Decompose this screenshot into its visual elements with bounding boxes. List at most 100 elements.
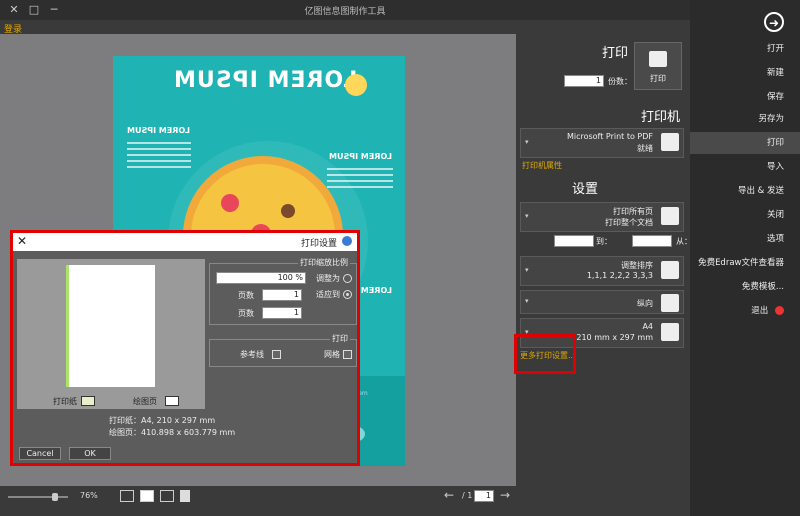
chevron-down-icon: ▾ xyxy=(525,266,529,274)
grid-label: 网格 xyxy=(324,350,340,359)
chevron-down-icon: ▾ xyxy=(525,297,529,305)
title-bar: ✕ □ ─ 亿图信息图制作工具 xyxy=(0,0,690,20)
close-icon[interactable]: ✕ xyxy=(17,234,27,248)
legend-swatch-page xyxy=(165,396,179,406)
print-section-title: 打印 xyxy=(601,46,628,61)
print-range-main: 打印所有页 xyxy=(613,207,653,216)
zoom-slider-handle[interactable] xyxy=(52,493,58,501)
orientation-select[interactable]: ▾ 纵向 xyxy=(520,290,684,314)
dialog-header: ✕ 打印设置 xyxy=(13,233,357,251)
highlight-box-more-settings xyxy=(514,334,576,374)
fit-width-icon[interactable] xyxy=(120,490,134,502)
page-total: / 1 xyxy=(462,491,473,500)
scale-group-label: 打印缩放比例 xyxy=(298,257,350,268)
page-preview: 绘图页 打印纸 xyxy=(17,259,205,409)
to-page-input[interactable] xyxy=(554,235,594,247)
grid-checkbox[interactable] xyxy=(343,350,352,359)
paper-size-main: A4 xyxy=(642,322,653,331)
print-settings-panel: 打印 打印 份数： 1 打印机 ▾ Microsoft Print to PDF… xyxy=(516,34,692,516)
drawing-info: 绘图页：410.898 x 603.779 mm xyxy=(109,428,236,437)
legend-paper-label: 打印纸 xyxy=(53,397,77,406)
legend-page-label: 绘图页 xyxy=(133,397,157,406)
copies-input[interactable]: 1 xyxy=(564,75,604,87)
adjust-percent-input[interactable]: 100 % xyxy=(216,272,306,284)
collate-select[interactable]: ▾ 调整排序 1,1,1 2,2,2 3,3,3 xyxy=(520,256,684,286)
printer-icon xyxy=(649,51,667,67)
printer-section-title: 打印机 xyxy=(640,110,680,125)
poster-title: LOREM IPSUM xyxy=(173,68,358,93)
printer-name: Microsoft Print to PDF xyxy=(566,132,653,141)
orientation-value: 纵向 xyxy=(637,299,653,308)
collate-main: 调整排序 xyxy=(621,261,653,270)
print-group: 打印 网格 参考线 xyxy=(209,333,357,367)
print-group-label: 打印 xyxy=(330,333,350,344)
print-button-label: 打印 xyxy=(650,74,666,83)
zoom-slider[interactable] xyxy=(8,493,68,501)
nav-item-free-templates[interactable]: 免费模板... xyxy=(690,276,800,298)
prev-page-icon[interactable]: ← xyxy=(444,488,454,502)
pages-wide-input[interactable]: 1 xyxy=(262,289,302,301)
fit-to-label: 适应到 xyxy=(316,290,340,299)
app-icon xyxy=(342,236,352,246)
poster-subtitle-right: LOREM IPSUM xyxy=(329,152,393,161)
back-arrow-icon[interactable]: ➜ xyxy=(764,12,784,32)
nav-item-import[interactable]: 导入 xyxy=(690,156,800,178)
adjust-to-radio[interactable] xyxy=(343,274,352,283)
nav-item-options[interactable]: 选项 xyxy=(690,228,800,250)
portrait-icon xyxy=(661,294,679,312)
pages-label-2: 页数 xyxy=(238,309,254,318)
single-page-icon[interactable] xyxy=(140,490,154,502)
nav-item-open[interactable]: 打开 xyxy=(690,38,800,60)
scale-group: 打印缩放比例 调整为 100 % 适应到 页数 1 页数 1 xyxy=(209,257,357,325)
printer-select[interactable]: ▾ Microsoft Print to PDF 就绪 xyxy=(520,128,684,158)
to-label: 到： xyxy=(596,237,612,246)
nav-item-print[interactable]: 打印 xyxy=(690,132,800,154)
pages-tall-input[interactable]: 1 xyxy=(262,307,302,319)
exit-icon xyxy=(775,306,784,315)
preview-paper xyxy=(66,265,155,387)
settings-section-title: 设置 xyxy=(571,182,598,197)
cancel-button[interactable]: Cancel xyxy=(19,447,61,460)
zoom-percent: 76% xyxy=(80,491,98,500)
print-button[interactable]: 打印 xyxy=(634,42,682,90)
print-range-select[interactable]: ▾ 打印所有页 打印整个文档 xyxy=(520,202,684,232)
nav-item-free-viewer[interactable]: 免费Edraw文件查看器 xyxy=(690,252,800,274)
copies-label: 份数： xyxy=(608,77,632,86)
chevron-down-icon: ▾ xyxy=(525,212,529,220)
pages-icon xyxy=(661,207,679,225)
printer-status: 就绪 xyxy=(637,144,653,153)
fit-to-radio[interactable] xyxy=(343,290,352,299)
guides-label: 参考线 xyxy=(240,350,264,359)
print-settings-dialog: ✕ 打印设置 绘图页 打印纸 打印纸：A4, 210 x 297 mm 绘图页：… xyxy=(10,230,360,466)
ok-button[interactable]: OK xyxy=(69,447,111,460)
guides-checkbox[interactable] xyxy=(272,350,281,359)
poster-subtitle-left: LOREM IPSUM xyxy=(127,126,191,135)
backstage-nav: ➜ 打开 新建 保存 另存为 打印 导入 导出 & 发送 关闭 选项 免费Edr… xyxy=(690,0,800,516)
from-page-input[interactable] xyxy=(632,235,672,247)
print-range-sub: 打印整个文档 xyxy=(605,218,653,227)
printer-device-icon xyxy=(661,133,679,151)
status-bar: 76% ← / 1 1 → xyxy=(0,486,516,508)
adjust-to-label: 调整为 xyxy=(316,274,340,283)
collate-icon xyxy=(661,261,679,279)
nav-item-close[interactable]: 关闭 xyxy=(690,204,800,226)
nav-item-save-as[interactable]: 另存为 xyxy=(690,108,800,130)
dialog-title: 打印设置 xyxy=(300,239,337,249)
collate-sub: 1,1,1 2,2,2 3,3,3 xyxy=(586,271,653,280)
nav-item-save[interactable]: 保存 xyxy=(690,86,800,108)
poster-text-left xyxy=(127,142,191,172)
nav-item-exit[interactable]: 退出 xyxy=(690,300,800,322)
legend-swatch-paper xyxy=(81,396,95,406)
chevron-down-icon: ▾ xyxy=(525,138,529,146)
printer-properties-link[interactable]: 打印机属性 xyxy=(522,160,562,171)
nav-item-export-send[interactable]: 导出 & 发送 xyxy=(690,180,800,202)
pizza-logo-icon xyxy=(345,74,367,96)
nav-item-exit-label: 退出 xyxy=(751,306,769,316)
page-number-input[interactable]: 1 xyxy=(474,490,494,502)
nav-item-new[interactable]: 新建 xyxy=(690,62,800,84)
pages-label-1: 页数 xyxy=(238,291,254,300)
two-page-icon[interactable] xyxy=(160,490,174,502)
page-view-icon[interactable] xyxy=(180,490,190,502)
paper-size-sub: 210 mm x 297 mm xyxy=(576,333,653,342)
next-page-icon[interactable]: → xyxy=(500,488,510,502)
